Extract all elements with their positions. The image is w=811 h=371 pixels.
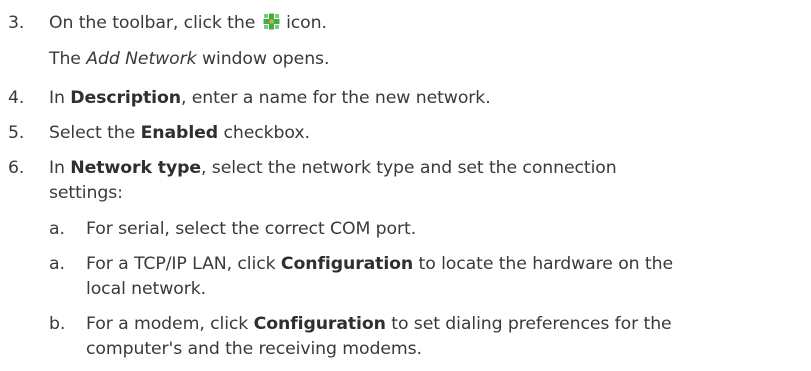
add-network-window-name: Add Network xyxy=(86,49,197,69)
network-type-field-name: Network type xyxy=(70,158,201,178)
step-6-post: , select the network type and set the co… xyxy=(201,158,617,178)
step-3-result-pre: The xyxy=(49,49,81,69)
substep-modem-pre: For a modem, click xyxy=(86,314,249,334)
step-6-text: In Network type, select the network type… xyxy=(49,157,617,179)
substep-modem-text-line2: computer's and the receiving modems. xyxy=(86,339,422,359)
step-4-number: 4. xyxy=(8,88,25,108)
substep-modem-post: to set dialing preferences for the xyxy=(391,314,672,334)
step-3-text-after: icon. xyxy=(286,13,327,33)
step-5-pre: Select the xyxy=(49,123,136,143)
step-3-text: On the toolbar, click the icon. xyxy=(49,12,327,34)
step-4-pre: In xyxy=(49,88,65,108)
configuration-button-name: Configuration xyxy=(253,314,386,334)
substep-serial-text: For serial, select the correct COM port. xyxy=(86,219,417,239)
step-3-number: 3. xyxy=(8,13,25,33)
step-5-text: Select the Enabled checkbox. xyxy=(49,122,310,144)
step-3-result-post: window opens. xyxy=(201,49,330,69)
substep-tcpip-text: For a TCP/IP LAN, click Configuration to… xyxy=(86,253,673,275)
step-3-text-before: On the toolbar, click the xyxy=(49,13,256,33)
step-5-number: 5. xyxy=(8,123,25,143)
substep-modem-text: For a modem, click Configuration to set … xyxy=(86,313,672,335)
step-6-pre: In xyxy=(49,158,65,178)
substep-tcpip-pre: For a TCP/IP LAN, click xyxy=(86,254,276,274)
substep-modem-letter: b. xyxy=(49,314,66,334)
description-field-name: Description xyxy=(70,88,181,108)
substep-tcpip-text-line2: local network. xyxy=(86,279,207,299)
step-6-text-line2: settings: xyxy=(49,183,123,203)
step-5-post: checkbox. xyxy=(223,123,310,143)
add-network-icon xyxy=(263,13,280,30)
substep-serial-letter: a. xyxy=(49,219,65,239)
enabled-checkbox-name: Enabled xyxy=(140,123,219,143)
substep-tcpip-post: to locate the hardware on the xyxy=(418,254,674,274)
configuration-button-name: Configuration xyxy=(280,254,414,274)
step-4-text: In Description, enter a name for the new… xyxy=(49,87,491,109)
step-3-result: The Add Network window opens. xyxy=(49,48,329,70)
step-4-post: , enter a name for the new network. xyxy=(180,88,491,108)
substep-tcpip-letter: a. xyxy=(49,254,65,274)
step-6-number: 6. xyxy=(8,158,25,178)
